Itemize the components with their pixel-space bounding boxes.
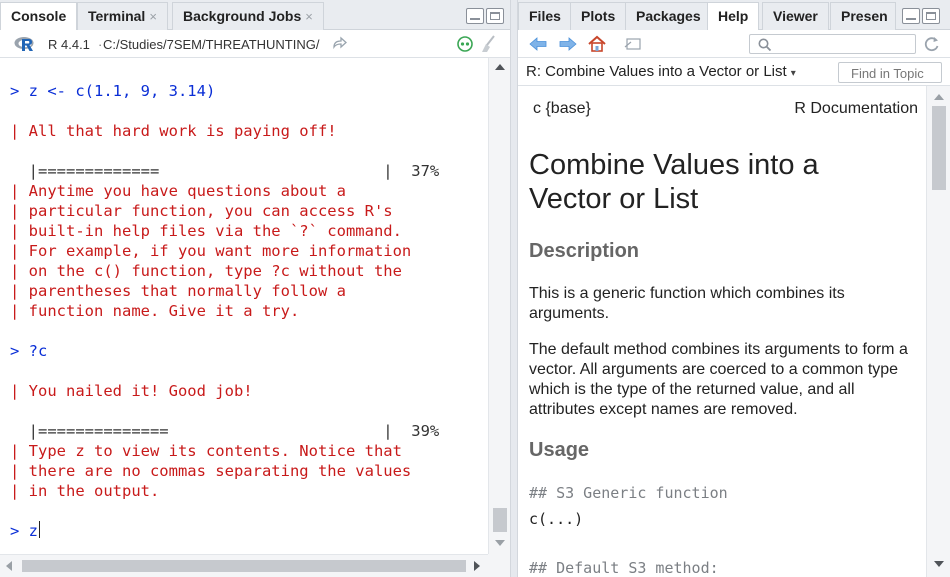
- usage-heading: Usage: [529, 439, 590, 461]
- console-path-bar: R 4.4.1 · C:/Studies/7SEM/THREATHUNTING/: [0, 30, 510, 58]
- home-icon[interactable]: [587, 35, 607, 53]
- separator: ·: [98, 37, 103, 52]
- find-in-topic-placeholder: Find in Topic: [851, 66, 924, 81]
- scroll-down-icon[interactable]: [495, 540, 505, 546]
- console-line: | particular function, you can access R'…: [10, 202, 393, 220]
- console-line: | on the c() function, type ?c without t…: [10, 262, 402, 280]
- console-pane: Console Terminal × Background Jobs × R 4.4…: [0, 0, 510, 577]
- scroll-up-icon[interactable]: [495, 64, 505, 70]
- minimize-pane-icon[interactable]: [902, 8, 920, 24]
- forward-arrow-icon[interactable]: [558, 35, 578, 53]
- scrollbar-thumb[interactable]: [493, 508, 507, 532]
- console-vertical-scrollbar[interactable]: [488, 58, 510, 554]
- r-version: R 4.4.1: [48, 37, 90, 52]
- usage-code: c(...): [529, 510, 584, 528]
- console-line: | For example, if you want more informat…: [10, 242, 412, 260]
- close-icon[interactable]: ×: [149, 9, 157, 24]
- usage-comment: ## S3 Generic function: [529, 484, 728, 502]
- pane-splitter[interactable]: [510, 0, 518, 577]
- console-line: | All that hard work is paying off!: [10, 122, 337, 140]
- topic-label: R: Combine Values into a Vector or List: [526, 63, 787, 80]
- tab-help[interactable]: Help: [707, 2, 760, 31]
- help-title: Combine Values into a Vector or List: [529, 149, 819, 215]
- console-line: | Type z to view its contents. Notice th…: [10, 442, 402, 460]
- help-doc-label: R Documentation: [794, 100, 918, 117]
- description-paragraph: This is a generic function which combine…: [529, 285, 845, 322]
- description-paragraph: The default method combines its argument…: [529, 341, 908, 418]
- scroll-up-icon[interactable]: [934, 94, 944, 100]
- maximize-pane-icon[interactable]: [922, 8, 940, 24]
- maximize-pane-icon[interactable]: [486, 8, 504, 24]
- tab-plots[interactable]: Plots: [570, 2, 627, 30]
- text-cursor: [39, 521, 40, 538]
- tab-background-jobs-label: Background Jobs: [183, 8, 302, 24]
- clear-console-icon[interactable]: [478, 35, 498, 53]
- refresh-icon[interactable]: [922, 35, 942, 53]
- tab-files-label: Files: [529, 8, 561, 24]
- console-horizontal-scrollbar[interactable]: [0, 554, 488, 577]
- topic-dropdown[interactable]: R: Combine Values into a Vector or List ▾: [526, 63, 796, 80]
- console-line: | built-in help files via the `?` comman…: [10, 222, 402, 240]
- description-heading: Description: [529, 240, 640, 262]
- find-in-topic-input[interactable]: Find in Topic: [838, 62, 942, 83]
- console-line: > ?c: [10, 342, 48, 360]
- go-to-directory-icon[interactable]: [332, 36, 348, 50]
- scrollbar-thumb[interactable]: [932, 106, 946, 190]
- help-search-input[interactable]: [749, 34, 916, 54]
- progress-line: |============== | 39%: [10, 422, 440, 440]
- tab-presentation-label: Presen: [841, 8, 888, 24]
- tab-help-label: Help: [718, 8, 749, 24]
- tab-console[interactable]: Console: [0, 2, 78, 31]
- tab-presentation[interactable]: Presen: [830, 2, 896, 30]
- console-line: | parentheses that normally follow a: [10, 282, 346, 300]
- console-input-text: > z: [10, 522, 38, 540]
- console-line: > z <- c(1.1, 9, 3.14): [10, 82, 216, 100]
- tab-console-label: Console: [11, 8, 67, 24]
- search-icon: [758, 38, 772, 52]
- scroll-right-icon[interactable]: [474, 561, 480, 571]
- tab-viewer[interactable]: Viewer: [762, 2, 829, 30]
- console-input-line[interactable]: > z: [10, 521, 40, 541]
- minimize-pane-icon[interactable]: [466, 8, 484, 24]
- help-pane: Files Plots Packages Help Viewer Presen: [518, 0, 950, 577]
- tab-plots-label: Plots: [581, 8, 616, 24]
- show-in-new-window-icon[interactable]: [623, 35, 643, 53]
- progress-line: |============= | 37%: [10, 162, 440, 180]
- scroll-left-icon[interactable]: [6, 561, 12, 571]
- chevron-down-icon: ▾: [790, 68, 796, 79]
- tab-files[interactable]: Files: [518, 2, 572, 30]
- help-package: c {base}: [533, 100, 591, 117]
- scrollbar-corner: [488, 554, 510, 577]
- interrupt-icon[interactable]: [455, 35, 475, 53]
- scroll-down-icon[interactable]: [934, 561, 944, 567]
- working-directory[interactable]: C:/Studies/7SEM/THREATHUNTING/: [103, 37, 319, 52]
- console-line: | function name. Give it a try.: [10, 302, 300, 320]
- console-line: | Anytime you have questions about a: [10, 182, 346, 200]
- back-arrow-icon[interactable]: [528, 35, 548, 53]
- close-icon[interactable]: ×: [305, 9, 313, 24]
- tab-terminal[interactable]: Terminal ×: [77, 2, 168, 30]
- console-line: | in the output.: [10, 482, 160, 500]
- scrollbar-thumb[interactable]: [22, 560, 466, 572]
- console-line: | You nailed it! Good job!: [10, 382, 253, 400]
- tab-packages-label: Packages: [636, 8, 701, 24]
- help-vertical-scrollbar[interactable]: [926, 86, 950, 577]
- console-output[interactable]: > z <- c(1.1, 9, 3.14) | All that hard w…: [0, 58, 488, 554]
- tab-terminal-label: Terminal: [88, 8, 146, 24]
- tab-packages[interactable]: Packages: [625, 2, 712, 30]
- usage-comment: ## Default S3 method:: [529, 559, 719, 577]
- help-document: c {base} R Documentation Combine Values …: [518, 86, 926, 577]
- tab-viewer-label: Viewer: [773, 8, 818, 24]
- help-toolbar: [518, 30, 950, 58]
- r-logo-icon: [14, 37, 34, 51]
- right-tabbar: Files Plots Packages Help Viewer Presen: [518, 0, 950, 31]
- tab-background-jobs[interactable]: Background Jobs ×: [172, 2, 324, 30]
- pane-window-controls: [466, 8, 504, 24]
- console-line: | there are no commas separating the val…: [10, 462, 412, 480]
- console-tabbar: Console Terminal × Background Jobs ×: [0, 0, 510, 31]
- pane-window-controls: [902, 8, 940, 24]
- help-topic-bar: R: Combine Values into a Vector or List ▾…: [518, 58, 950, 86]
